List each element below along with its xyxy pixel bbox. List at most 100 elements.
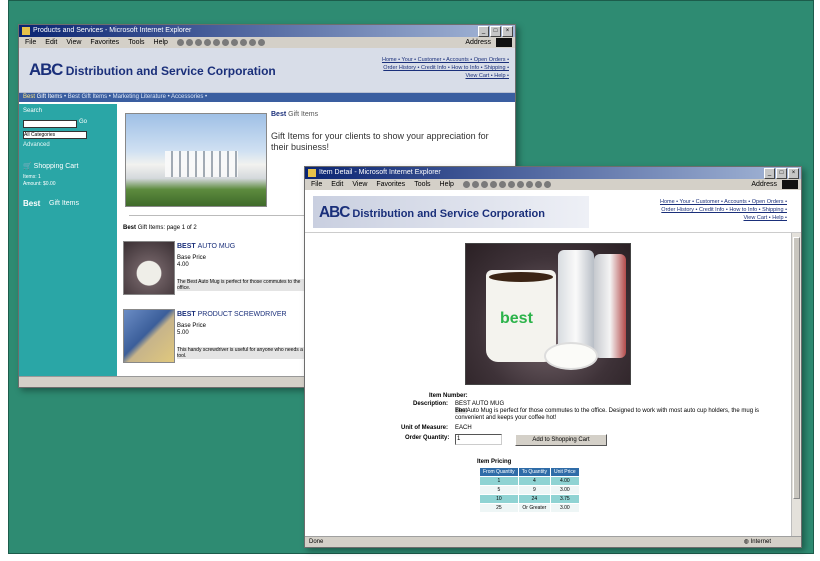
menu-edit[interactable]: Edit: [45, 37, 57, 48]
home-icon[interactable]: [212, 39, 220, 46]
pricing-title: Item Pricing: [477, 459, 512, 465]
minimize-button[interactable]: _: [764, 168, 775, 179]
nav-line-1[interactable]: Home • Your • Customer • Accounts • Open…: [382, 56, 509, 64]
history-icon[interactable]: [525, 181, 533, 188]
forward-icon[interactable]: [471, 181, 479, 188]
search-icon[interactable]: [221, 39, 229, 46]
menu-file[interactable]: File: [311, 179, 322, 190]
menu-file[interactable]: File: [25, 37, 36, 48]
table-row: 5 9 3.00: [479, 485, 580, 495]
menu-favorites[interactable]: Favorites: [376, 179, 405, 190]
category-gift[interactable]: Gift Items: [35, 94, 63, 100]
cart-title[interactable]: 🛒 Shopping Cart: [23, 162, 78, 170]
product-thumb-screwdriver[interactable]: [123, 309, 175, 363]
advanced-link[interactable]: Advanced: [23, 142, 50, 148]
search-icon[interactable]: [507, 181, 515, 188]
product-1-best: BEST: [177, 243, 196, 250]
category-more[interactable]: • Best Gift Items • Marketing Literature…: [64, 94, 207, 100]
nav-line-1[interactable]: Home • Your • Customer • Accounts • Open…: [660, 198, 787, 206]
table-row: 25 Or Greater 3.00: [479, 503, 580, 513]
menu-help[interactable]: Help: [440, 179, 454, 190]
status-bar: Done ◍ Internet: [305, 536, 801, 547]
refresh-icon[interactable]: [203, 39, 211, 46]
pricing-header-to: To Quantity: [517, 467, 551, 477]
sidebar-gift-label[interactable]: Gift Items: [49, 200, 79, 207]
category-select[interactable]: All Categories: [23, 131, 87, 139]
table-cell: 9: [517, 485, 551, 495]
top-nav-links[interactable]: Home • Your • Customer • Accounts • Open…: [382, 56, 509, 80]
search-input[interactable]: [23, 120, 77, 128]
favorites-icon[interactable]: [516, 181, 524, 188]
left-sidebar: Search Go All Categories Advanced 🛒 Shop…: [19, 104, 117, 376]
product-2-name[interactable]: BEST PRODUCT SCREWDRIVER: [177, 311, 287, 318]
menu-favorites[interactable]: Favorites: [90, 37, 119, 48]
back-menubar: File Edit View Favorites Tools Help Addr…: [19, 37, 515, 48]
close-button[interactable]: ×: [788, 168, 799, 179]
print-icon[interactable]: [543, 181, 551, 188]
minimize-button[interactable]: _: [478, 26, 489, 37]
add-to-cart-button[interactable]: Add to Shopping Cart: [515, 434, 607, 446]
menu-view[interactable]: View: [352, 179, 367, 190]
mail-icon[interactable]: [248, 39, 256, 46]
toolbar-icons[interactable]: [462, 179, 551, 190]
toolbar-icons[interactable]: [176, 37, 265, 48]
go-button[interactable]: Go: [79, 119, 87, 125]
page-margin: [0, 0, 8, 561]
menu-help[interactable]: Help: [154, 37, 168, 48]
pricing-header-row: From Quantity To Quantity Unit Price: [479, 467, 580, 477]
menu-tools[interactable]: Tools: [414, 179, 430, 190]
nav-line-3[interactable]: View Cart • Help •: [382, 72, 510, 80]
table-cell: Or Greater: [517, 503, 551, 513]
favorites-icon[interactable]: [230, 39, 238, 46]
table-cell: 10: [479, 494, 519, 504]
back-icon[interactable]: [462, 181, 470, 188]
front-browser-window[interactable]: Item Detail - Microsoft Internet Explore…: [304, 166, 802, 548]
menu-view[interactable]: View: [66, 37, 81, 48]
description-name: AUTO MUG: [471, 401, 505, 407]
site-logo[interactable]: ABC Distribution and Service Corporation: [29, 60, 276, 80]
page-info-best: Best: [123, 225, 137, 231]
history-icon[interactable]: [239, 39, 247, 46]
top-nav-links[interactable]: Home • Your • Customer • Accounts • Open…: [660, 198, 787, 222]
nav-line-3[interactable]: View Cart • Help •: [660, 214, 788, 222]
site-logo[interactable]: ABC Distribution and Service Corporation: [319, 204, 545, 222]
cart-icon: 🛒: [23, 163, 32, 170]
table-cell: 4.00: [549, 476, 580, 486]
front-window-titlebar[interactable]: Item Detail - Microsoft Internet Explore…: [305, 167, 801, 179]
qty-input[interactable]: 1: [455, 434, 502, 445]
description-label: Description:: [413, 401, 449, 407]
mail-icon[interactable]: [534, 181, 542, 188]
back-window-title: Products and Services - Microsoft Intern…: [33, 27, 192, 34]
nav-line-2[interactable]: Order History • Credit Info • How to Inf…: [660, 206, 787, 214]
category-best[interactable]: Best: [23, 94, 35, 100]
refresh-icon[interactable]: [489, 181, 497, 188]
back-icon[interactable]: [176, 39, 184, 46]
forward-icon[interactable]: [185, 39, 193, 46]
stop-icon[interactable]: [194, 39, 202, 46]
nav-line-2[interactable]: Order History • Credit Info • How to Inf…: [382, 64, 509, 72]
stop-icon[interactable]: [480, 181, 488, 188]
search-label: Search: [23, 108, 43, 114]
section-title-best: Best: [271, 111, 287, 118]
product-1-rest: AUTO MUG: [197, 243, 236, 250]
maximize-button[interactable]: □: [490, 26, 501, 37]
page-info-rest: Gift Items: page 1 of 2: [137, 225, 197, 231]
menu-edit[interactable]: Edit: [331, 179, 343, 190]
maximize-button[interactable]: □: [776, 168, 787, 179]
menu-tools[interactable]: Tools: [128, 37, 144, 48]
vertical-scrollbar[interactable]: [791, 233, 801, 536]
home-icon[interactable]: [498, 181, 506, 188]
category-bar[interactable]: Best Gift Items • Best Gift Items • Mark…: [19, 93, 515, 102]
sidebar-best-label[interactable]: Best: [23, 199, 40, 208]
ie-throbber-icon: [496, 38, 512, 47]
section-title-rest: Gift Items: [288, 111, 319, 118]
close-button[interactable]: ×: [502, 26, 513, 37]
product-thumb-mug[interactable]: [123, 241, 175, 295]
logo-company-name: Distribution and Service Corporation: [352, 208, 545, 220]
product-1-name[interactable]: BEST AUTO MUG: [177, 243, 235, 250]
window-controls: _ □ ×: [764, 168, 799, 179]
back-window-titlebar[interactable]: Products and Services - Microsoft Intern…: [19, 25, 515, 37]
product-2-price-label: Base Price: [177, 323, 207, 329]
print-icon[interactable]: [257, 39, 265, 46]
scrollbar-thumb[interactable]: [793, 237, 800, 499]
